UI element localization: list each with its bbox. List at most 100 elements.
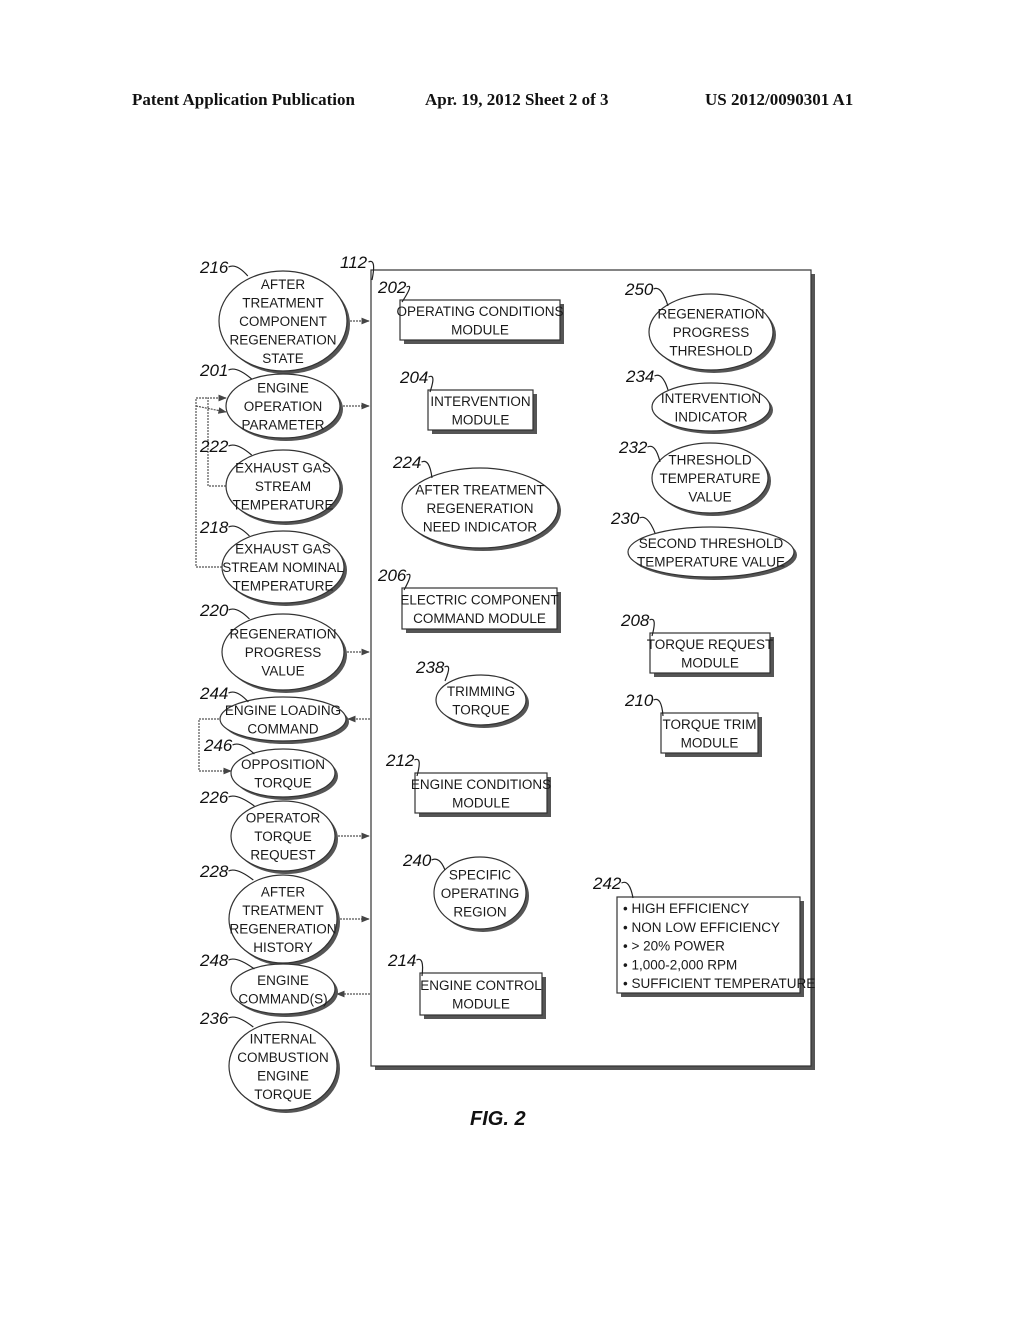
- controller-container-ref-label: 112: [340, 253, 368, 272]
- operating-region-criteria-item: • NON LOW EFFICIENCY: [623, 920, 780, 935]
- regeneration-progress-threshold-node-text: THRESHOLD: [669, 344, 753, 359]
- operating-region-criteria-item: • SUFFICIENT TEMPERATURE: [623, 976, 815, 991]
- regeneration-progress-value-node-leader-line: [228, 608, 250, 620]
- torque-trim-module-text: TORQUE TRIM: [662, 717, 756, 732]
- regeneration-need-indicator-node-text: AFTER TREATMENT: [415, 483, 544, 498]
- second-threshold-temperature-value-node-text: TEMPERATURE VALUE: [637, 554, 785, 569]
- engine-control-module-text: ENGINE CONTROL: [420, 978, 542, 993]
- specific-operating-region-node-text: OPERATING: [441, 886, 520, 901]
- after-treatment-regeneration-history-node-text: AFTER: [261, 884, 306, 899]
- exhaust-gas-stream-temperature-node-ref-label: 222: [199, 437, 229, 456]
- operating-region-criteria-item: • > 20% POWER: [623, 939, 725, 954]
- engine-operation-parameter-node-text: ENGINE: [257, 381, 309, 396]
- specific-operating-region-node-text: REGION: [453, 905, 506, 920]
- regeneration-need-indicator-node-text: NEED INDICATOR: [423, 520, 538, 535]
- operator-torque-request-node-text: OPERATOR: [246, 811, 321, 826]
- engine-conditions-module-text: ENGINE CONDITIONS: [411, 777, 551, 792]
- intervention-indicator-node-ref-label: 234: [625, 367, 654, 386]
- internal-combustion-engine-torque-node-ref-label: 236: [199, 1009, 229, 1028]
- operating-region-criteria-box-ref-label: 242: [592, 874, 622, 893]
- operating-conditions-module-ref-label: 202: [377, 278, 407, 297]
- operator-torque-request-node-text: TORQUE: [254, 829, 312, 844]
- exhaust-gas-stream-temperature-node-text: STREAM: [255, 479, 311, 494]
- intervention-indicator-node-text: INDICATOR: [674, 409, 747, 424]
- after-treatment-component-regeneration-state-node-leader-line: [228, 265, 249, 277]
- exhaust-gas-stream-nominal-temperature-node-text: TEMPERATURE: [232, 579, 333, 594]
- threshold-temperature-value-node-text: TEMPERATURE: [659, 471, 760, 486]
- torque-request-module-text: MODULE: [681, 655, 739, 670]
- after-treatment-regeneration-history-node-text: REGENERATION: [229, 921, 336, 936]
- engine-commands-node-ref-label: 248: [199, 951, 229, 970]
- second-threshold-temperature-value-node-ref-label: 230: [610, 509, 640, 528]
- regeneration-need-indicator-node-text: REGENERATION: [426, 501, 533, 516]
- second-threshold-temperature-value-node-text: SECOND THRESHOLD: [639, 536, 784, 551]
- engine-commands-node-text: ENGINE: [257, 973, 309, 988]
- opposition-torque-node-leader-line: [232, 743, 255, 755]
- trimming-torque-node: [435, 674, 527, 726]
- electric-component-command-module-ref-label: 206: [377, 566, 407, 585]
- operating-region-criteria-item: • 1,000-2,000 RPM: [623, 957, 737, 972]
- exhaust-gas-stream-temperature-node-text: EXHAUST GAS: [235, 461, 331, 476]
- after-treatment-component-regeneration-state-node-text: STATE: [262, 351, 304, 366]
- engine-operation-parameter-node-text: OPERATION: [244, 399, 323, 414]
- engine-loading-command-node-text: ENGINE LOADING: [225, 703, 341, 718]
- internal-combustion-engine-torque-node-text: COMBUSTION: [237, 1050, 329, 1065]
- engine-conditions-module-text: MODULE: [452, 795, 510, 810]
- engine-loading-command-node-leader-line: [228, 691, 249, 703]
- engine-conditions-module-ref-label: 212: [385, 751, 415, 770]
- exhaust-gas-stream-nominal-temperature-node-leader-line: [228, 525, 250, 537]
- trimming-torque-node-text: TORQUE: [452, 702, 510, 717]
- electric-component-command-module-text: COMMAND MODULE: [413, 611, 546, 626]
- internal-combustion-engine-torque-node-text: INTERNAL: [250, 1031, 317, 1046]
- after-treatment-component-regeneration-state-node-text: REGENERATION: [229, 333, 336, 348]
- opposition-torque-node-ref-label: 246: [203, 736, 233, 755]
- operator-torque-request-node-leader-line: [228, 795, 255, 807]
- engine-operation-parameter-node-text: PARAMETER: [241, 418, 324, 433]
- torque-request-module-ref-label: 208: [620, 611, 650, 630]
- intervention-indicator-node-text: INTERVENTION: [661, 391, 761, 406]
- internal-combustion-engine-torque-node-text: TORQUE: [254, 1087, 312, 1102]
- after-treatment-component-regeneration-state-node-text: COMPONENT: [239, 314, 327, 329]
- operating-conditions-module-text: OPERATING CONDITIONS: [396, 304, 563, 319]
- threshold-temperature-value-node-text: THRESHOLD: [668, 453, 752, 468]
- engine-control-module-text: MODULE: [452, 996, 510, 1011]
- after-treatment-component-regeneration-state-node-text: TREATMENT: [242, 296, 324, 311]
- engine-operation-parameter-node-ref-label: 201: [199, 361, 228, 380]
- regeneration-progress-value-node-text: PROGRESS: [245, 645, 322, 660]
- operating-region-criteria-item: • HIGH EFFICIENCY: [623, 901, 749, 916]
- specific-operating-region-node-text: SPECIFIC: [449, 868, 512, 883]
- exhaust-gas-stream-temperature-node-leader-line: [228, 444, 253, 456]
- regeneration-progress-threshold-node-text: REGENERATION: [657, 307, 764, 322]
- threshold-temperature-value-node-ref-label: 232: [618, 438, 648, 457]
- internal-combustion-engine-torque-node-leader-line: [228, 1016, 254, 1028]
- regeneration-progress-threshold-node-text: PROGRESS: [673, 325, 750, 340]
- regeneration-progress-value-node-text: REGENERATION: [229, 627, 336, 642]
- internal-combustion-engine-torque-node-text: ENGINE: [257, 1068, 309, 1083]
- after-treatment-regeneration-history-node-leader-line: [228, 869, 254, 881]
- regeneration-progress-threshold-node-ref-label: 250: [624, 280, 654, 299]
- regeneration-progress-value-node-text: VALUE: [261, 664, 304, 679]
- exhaust-gas-stream-nominal-temperature-node-text: STREAM NOMINAL: [222, 560, 344, 575]
- trimming-torque-node-text: TRIMMING: [447, 684, 515, 699]
- after-treatment-regeneration-history-node-ref-label: 228: [199, 862, 229, 881]
- torque-request-module-text: TORQUE REQUEST: [647, 637, 774, 652]
- engine-operation-parameter-node-leader-line: [228, 368, 253, 380]
- operator-torque-request-node-text: REQUEST: [250, 848, 315, 863]
- specific-operating-region-node-ref-label: 240: [402, 851, 432, 870]
- opposition-torque-node-text: OPPOSITION: [241, 757, 325, 772]
- intervention-module-text: INTERVENTION: [430, 394, 530, 409]
- engine-control-module-ref-label: 214: [387, 951, 416, 970]
- torque-trim-module-ref-label: 210: [624, 691, 654, 710]
- intervention-module-ref-label: 204: [399, 368, 428, 387]
- threshold-temperature-value-node-text: VALUE: [688, 490, 731, 505]
- nominal-temp-to-engine-parameter-arrow: [195, 405, 227, 414]
- operating-conditions-module-text: MODULE: [451, 322, 509, 337]
- engine-commands-node: [230, 963, 336, 1015]
- exhaust-gas-stream-nominal-temperature-node-text: EXHAUST GAS: [235, 542, 331, 557]
- operator-torque-request-node-ref-label: 226: [199, 788, 229, 807]
- torque-trim-module-text: MODULE: [681, 735, 739, 750]
- after-treatment-regeneration-history-node-text: TREATMENT: [242, 903, 324, 918]
- trimming-torque-node-ref-label: 238: [415, 658, 445, 677]
- engine-loading-command-node-text: COMMAND: [247, 721, 318, 736]
- after-treatment-component-regeneration-state-node-ref-label: 216: [199, 258, 229, 277]
